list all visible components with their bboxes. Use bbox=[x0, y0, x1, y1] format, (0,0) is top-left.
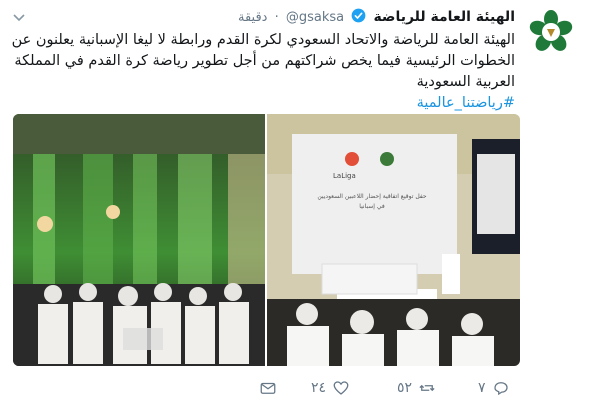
tweet-card[interactable]: الهيئة العامة للرياضة @gsaksa · دقيقة ال… bbox=[0, 0, 589, 406]
screen-caption-line: في إسبانيا bbox=[359, 203, 385, 210]
heart-icon bbox=[333, 381, 349, 395]
avatar[interactable] bbox=[527, 8, 575, 56]
verified-badge-icon bbox=[351, 8, 366, 27]
chevron-down-icon[interactable] bbox=[12, 10, 26, 24]
reply-button[interactable]: ٧ bbox=[478, 376, 510, 400]
hashtag-link[interactable]: #رياضتنا_عالمية bbox=[417, 95, 515, 111]
tweet-timestamp[interactable]: دقيقة bbox=[238, 10, 267, 25]
photo-stage[interactable]: LaLiga حفل توقيع اتفاقية إحضار اللاعبين … bbox=[267, 114, 520, 366]
separator-dot: · bbox=[274, 10, 279, 25]
tweet-actions: ٢٤ ٥٢ ٧ bbox=[0, 376, 589, 402]
tweet-header: الهيئة العامة للرياضة @gsaksa · دقيقة bbox=[12, 8, 515, 28]
like-button[interactable]: ٢٤ bbox=[311, 376, 350, 400]
tweet-text-line: الخطوات الرئيسية فيما يخص شراكتهم من أجل… bbox=[14, 53, 515, 69]
like-count: ٢٤ bbox=[311, 380, 327, 396]
screen-caption-line: حفل توقيع اتفاقية إحضار اللاعبين السعودي… bbox=[317, 193, 427, 200]
retweet-icon bbox=[419, 384, 435, 392]
retweet-count: ٥٢ bbox=[397, 380, 413, 396]
reply-count: ٧ bbox=[478, 380, 486, 396]
reply-icon bbox=[493, 382, 508, 396]
dm-button[interactable] bbox=[259, 376, 277, 400]
photo-conference-hall[interactable] bbox=[13, 114, 265, 366]
screen-caption: حفل توقيع اتفاقية إحضار اللاعبين السعودي… bbox=[297, 192, 447, 212]
tweet-text-line: الهيئة العامة للرياضة والاتحاد السعودي ل… bbox=[11, 32, 515, 48]
retweet-button[interactable]: ٥٢ bbox=[397, 376, 436, 400]
display-name[interactable]: الهيئة العامة للرياضة bbox=[373, 9, 515, 25]
screen-logo: LaLiga bbox=[333, 172, 356, 180]
media-grid[interactable]: LaLiga حفل توقيع اتفاقية إحضار اللاعبين … bbox=[13, 114, 520, 366]
gsa-logo-icon bbox=[528, 9, 574, 55]
user-handle[interactable]: @gsaksa bbox=[286, 10, 344, 25]
tweet-text-line: العربية السعودية bbox=[416, 74, 515, 90]
tweet-text: الهيئة العامة للرياضة والاتحاد السعودي ل… bbox=[10, 30, 515, 114]
envelope-icon bbox=[260, 382, 276, 394]
